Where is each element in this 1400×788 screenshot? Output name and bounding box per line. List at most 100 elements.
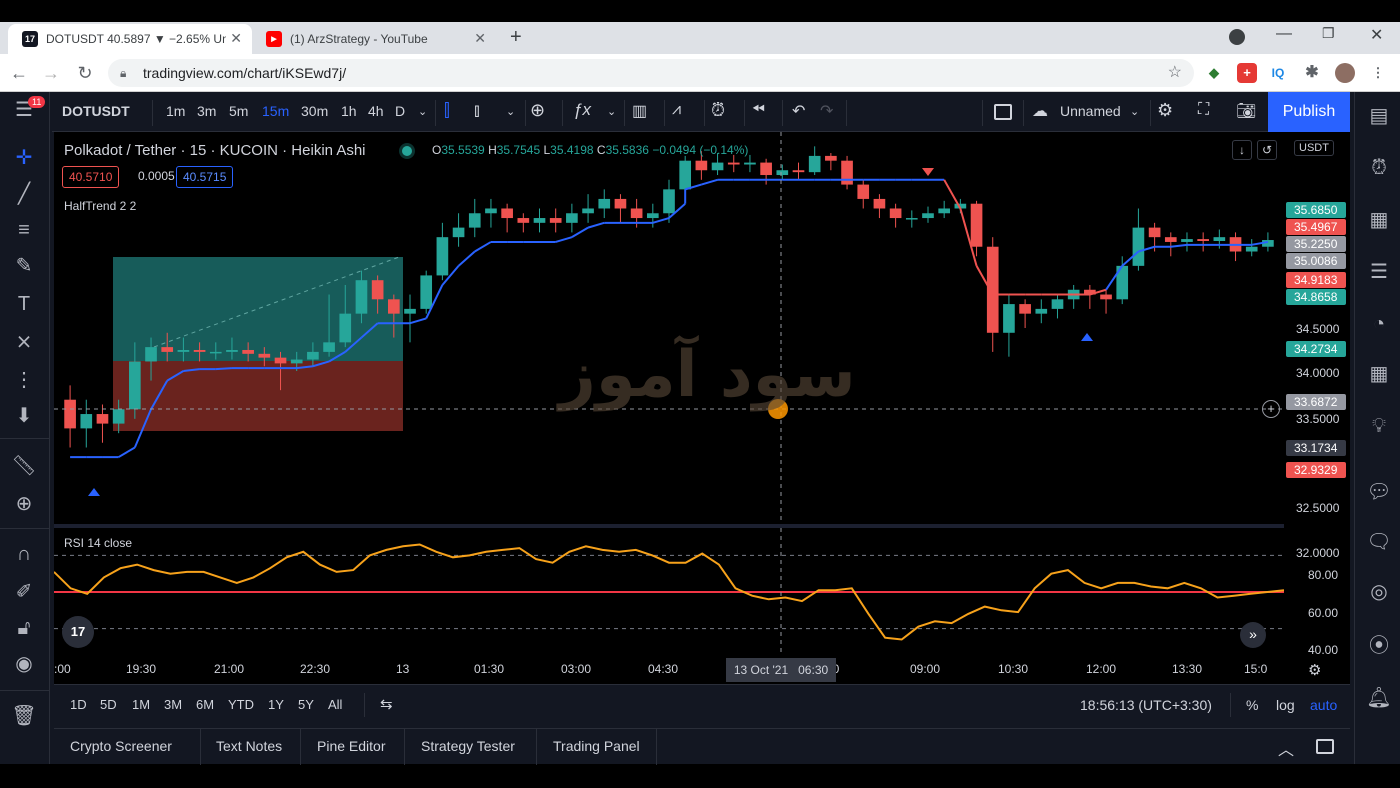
trend-line-icon[interactable]: ╱ [10, 180, 38, 208]
range-All[interactable]: All [328, 697, 342, 712]
browser-tab-youtube[interactable]: ▶ (1) ArzStrategy - YouTube ✕ [252, 24, 496, 54]
prediction-icon[interactable]: ⋮ [10, 366, 38, 394]
ruler-icon[interactable]: 📏︎ [10, 452, 38, 480]
range-5D[interactable]: 5D [100, 697, 117, 712]
notifications-bell-icon[interactable]: 🔔︎ [1365, 684, 1393, 712]
log-toggle[interactable]: log [1276, 697, 1295, 713]
indicators-icon[interactable]: ƒx [573, 100, 591, 120]
back-icon[interactable]: ← [8, 62, 30, 84]
interval-5m[interactable]: 5m [229, 103, 248, 119]
candles-icon[interactable]: ⫾ [474, 100, 480, 121]
alerts-clock-icon[interactable]: ⏰︎ [1365, 154, 1393, 182]
redo-icon[interactable]: ↷ [820, 101, 833, 121]
auto-toggle[interactable]: auto [1310, 697, 1337, 713]
extension-plus-icon[interactable]: + [1237, 63, 1257, 83]
interval-4h[interactable]: 4h [368, 103, 384, 119]
browser-menu-icon[interactable]: ⋮ [1368, 63, 1388, 83]
interval-30m[interactable]: 30m [301, 103, 328, 119]
interval-15m[interactable]: 15m [262, 103, 289, 119]
axis-settings-gear-icon[interactable]: ⚙︎ [1308, 661, 1321, 679]
interval-1h[interactable]: 1h [341, 103, 357, 119]
extensions-puzzle-icon[interactable]: ✱ [1302, 63, 1322, 83]
tab-search-icon[interactable] [1229, 29, 1245, 45]
goto-date-icon[interactable]: ⇆ [380, 695, 393, 713]
tradingview-logo-icon[interactable]: 17 [62, 616, 94, 648]
range-6M[interactable]: 6M [196, 697, 214, 712]
financials-icon[interactable]: ▥ [632, 101, 647, 121]
chat-icon[interactable]: 💬︎ [1365, 478, 1393, 506]
clock-timezone[interactable]: 18:56:13 (UTC+3:30) [1080, 697, 1212, 713]
price-axis[interactable]: USDT 35.6850 35.4967 35.2250 35.0086 34.9183… [1284, 132, 1350, 695]
ideas-bulb-icon[interactable]: 💡︎ [1365, 412, 1393, 440]
crosshair-icon[interactable]: ✛ [10, 144, 38, 172]
magnet-icon[interactable]: ∩ [10, 540, 38, 568]
tab-text-notes[interactable]: Text Notes [216, 738, 282, 754]
layout-name[interactable]: Unnamed [1060, 103, 1121, 119]
tab-strategy-tester[interactable]: Strategy Tester [421, 738, 515, 754]
fullscreen-icon[interactable]: ⛶ [1198, 101, 1209, 119]
watchlist-icon[interactable]: ▤ [1365, 102, 1393, 130]
chart-type-dropdown-icon[interactable]: ⌄ [506, 105, 515, 118]
sync-icon[interactable]: ↺ [1257, 140, 1277, 160]
hotlists-icon[interactable]: ◔ [1365, 310, 1393, 338]
minimize-icon[interactable]: — [1276, 25, 1292, 43]
chart-title[interactable]: Polkadot / Tether · 15 · KUCOIN · Heikin… [64, 142, 366, 159]
news-icon[interactable]: ☰ [1365, 258, 1393, 286]
bar-style-icon[interactable]: ⫿ [444, 100, 450, 121]
range-1Y[interactable]: 1Y [268, 697, 284, 712]
messages-icon[interactable]: 🗨︎ [1365, 528, 1393, 556]
url-field[interactable]: 🔒︎ tradingview.com/chart/iKSEwd7j/ ☆ [108, 59, 1194, 87]
close-window-icon[interactable]: ✕ [1370, 25, 1383, 45]
collapse-panel-icon[interactable]: ︿ [1278, 736, 1294, 760]
buy-price-button[interactable]: 40.5715 [176, 166, 234, 188]
fib-lines-icon[interactable]: ≡ [10, 216, 38, 244]
currency-label[interactable]: USDT [1294, 140, 1334, 156]
compare-icon[interactable]: ⊕ [530, 100, 545, 121]
tab-pine-editor[interactable]: Pine Editor [317, 738, 385, 754]
range-5Y[interactable]: 5Y [298, 697, 314, 712]
tab-crypto-screener[interactable]: Crypto Screener [70, 738, 172, 754]
help-icon[interactable]: ◎ [1365, 578, 1393, 606]
extension-iq-icon[interactable]: IQ [1268, 63, 1288, 83]
data-window-icon[interactable]: ▦ [1365, 206, 1393, 234]
interval-dropdown-icon[interactable]: ⌄ [418, 105, 427, 118]
time-axis[interactable]: :0019:3021:0022:301301:3003:0004:303009:… [54, 656, 1350, 684]
scroll-to-realtime-icon[interactable]: » [1240, 622, 1266, 648]
browser-tab-tradingview[interactable]: 17 DOTUSDT 40.5897 ▼ −2.65% Uni ✕ [8, 24, 252, 54]
publish-button[interactable]: Publish [1268, 92, 1350, 132]
new-tab-icon[interactable]: + [510, 26, 522, 49]
tab-trading-panel[interactable]: Trading Panel [553, 738, 640, 754]
interval-D[interactable]: D [395, 103, 405, 119]
brush-icon[interactable]: ✎ [10, 252, 38, 280]
interval-1m[interactable]: 1m [166, 103, 185, 119]
templates-icon[interactable]: ⩘ [672, 101, 681, 119]
reload-icon[interactable]: ↻ [74, 62, 96, 84]
replay-icon[interactable]: ⏪︎ [752, 101, 765, 119]
layout-icon[interactable] [994, 104, 1012, 120]
layout-dropdown-icon[interactable]: ⌄ [1130, 105, 1139, 118]
add-alert-plus-icon[interactable]: + [1262, 400, 1280, 418]
forward-icon[interactable]: → [40, 62, 62, 84]
arrow-down-icon[interactable]: ⬇ [10, 402, 38, 430]
close-tab-icon[interactable]: ✕ [474, 30, 486, 47]
calendar-icon[interactable]: ▦ [1365, 360, 1393, 388]
alert-icon[interactable]: ⏰︎ [711, 100, 725, 121]
stream-icon[interactable]: ⦿ [1365, 632, 1393, 660]
lock-drawings-icon[interactable]: 🔓︎ [10, 614, 38, 642]
snapshot-camera-icon[interactable]: 📷︎ [1236, 101, 1256, 121]
symbol-search[interactable]: DOTUSDT [62, 103, 130, 119]
range-1M[interactable]: 1M [132, 697, 150, 712]
trash-icon[interactable]: 🗑︎ [10, 702, 38, 730]
range-1D[interactable]: 1D [70, 697, 87, 712]
indicators-dropdown-icon[interactable]: ⌄ [607, 105, 616, 118]
undo-icon[interactable]: ↶ [792, 101, 805, 121]
percent-toggle[interactable]: % [1246, 697, 1258, 713]
sell-price-button[interactable]: 40.5710 [62, 166, 120, 188]
restore-icon[interactable]: ❐ [1322, 25, 1335, 42]
zoom-in-icon[interactable]: ⊕ [10, 490, 38, 518]
text-tool-icon[interactable]: T [10, 290, 38, 318]
hide-drawings-icon[interactable]: ◉ [10, 650, 38, 678]
range-YTD[interactable]: YTD [228, 697, 254, 712]
pattern-icon[interactable]: ⨯ [10, 328, 38, 356]
rsi-pane[interactable]: RSI 14 close 17 » [54, 528, 1284, 656]
